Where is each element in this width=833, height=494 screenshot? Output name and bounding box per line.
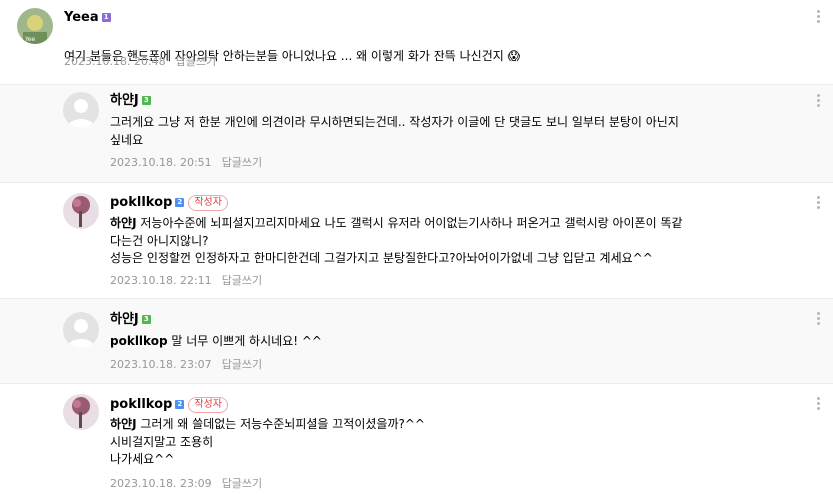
level-badge: 2: [175, 400, 185, 409]
reply-comment-item: 하얀J 3 그러게요 그냥 저 한분 개인에 의견이라 무시하면되는건데.. 작성…: [0, 85, 833, 182]
comment-nickname[interactable]: 하얀J 3: [110, 93, 151, 109]
avatar[interactable]: [63, 312, 99, 348]
avatar[interactable]: [63, 193, 99, 229]
nickname-text[interactable]: pokllkop: [110, 195, 172, 210]
more-options-icon[interactable]: [817, 10, 821, 24]
comment-body: 그러게 왜 쓸데없는 저능수준뇌피셜을 끄적이셨을까?^^ 시비걸지말고 조용히…: [110, 417, 425, 466]
comment-nickname[interactable]: 하얀J 3: [110, 312, 151, 328]
nickname-text[interactable]: Yeea: [64, 10, 99, 25]
comment-date: 2023.10.18. 23:07: [110, 358, 212, 371]
more-options-icon[interactable]: [817, 94, 821, 108]
comment-nickname[interactable]: pokllkop 2 작성자: [110, 397, 228, 413]
level-badge: 3: [141, 315, 151, 324]
comment-meta: 2023.10.18. 23:09 답글쓰기: [110, 477, 262, 491]
reply-comment-item: pokllkop 2 작성자 하얀J 그러게 왜 쓸데없는 저능수준뇌피셜을 끄적이…: [0, 384, 833, 494]
nickname-text[interactable]: pokllkop: [110, 397, 172, 412]
avatar[interactable]: [63, 92, 99, 128]
shocked-emoji-icon: 😱: [507, 48, 521, 63]
comment-meta: 2023.10.18. 23:07 답글쓰기: [110, 358, 262, 372]
comment-date: 2023.10.18. 20:48: [64, 55, 166, 68]
reply-button[interactable]: 답글쓰기: [222, 477, 262, 490]
reply-button[interactable]: 답글쓰기: [222, 274, 262, 287]
mention-link[interactable]: 하얀J: [110, 216, 137, 230]
reply-button[interactable]: 답글쓰기: [222, 156, 262, 169]
comment-nickname[interactable]: Yeea 1: [64, 10, 111, 26]
more-options-icon[interactable]: [817, 397, 821, 411]
comment-date: 2023.10.18. 22:11: [110, 274, 212, 287]
level-badge: 3: [141, 96, 151, 105]
reply-button[interactable]: 답글쓰기: [176, 55, 216, 68]
avatar[interactable]: [63, 394, 99, 430]
avatar[interactable]: Yee: [17, 8, 53, 44]
reply-button[interactable]: 답글쓰기: [222, 358, 262, 371]
reply-comment-item: 하얀J 3 pokllkop 말 너무 이쁘게 하시네요! ^^ 2023.10.…: [0, 299, 833, 383]
comment-text: 그러게요 그냥 저 한분 개인에 의견이라 무시하면되는건데.. 작성자가 이글…: [110, 115, 679, 147]
author-badge: 작성자: [188, 195, 228, 211]
reply-comment-item: pokllkop 2 작성자 하얀J 저능아수준에 뇌피셜지끄리지마세요 나도 갤럭…: [0, 183, 833, 298]
comment-meta: 2023.10.18. 20:48 답글쓰기: [64, 55, 216, 69]
mention-link[interactable]: 하얀J: [110, 417, 137, 431]
comment-item: Yee Yeea 1 여기 분들은 핸드폰에 자아의탁 안하는분들 아니었나요 .…: [0, 0, 833, 84]
comment-body: 말 너무 이쁘게 하시네요! ^^: [167, 334, 322, 348]
author-badge: 작성자: [188, 397, 228, 413]
comment-text: 하얀J 그러게 왜 쓸데없는 저능수준뇌피셜을 끄적이셨을까?^^ 시비걸지말고…: [110, 416, 425, 469]
nickname-text[interactable]: 하얀J: [110, 93, 139, 108]
more-options-icon[interactable]: [817, 312, 821, 326]
comment-text: pokllkop 말 너무 이쁘게 하시네요! ^^: [110, 333, 322, 351]
mention-link[interactable]: pokllkop: [110, 334, 168, 348]
level-badge: 2: [175, 198, 185, 207]
comment-date: 2023.10.18. 20:51: [110, 156, 212, 169]
nickname-text[interactable]: 하얀J: [110, 312, 139, 327]
level-badge: 1: [101, 13, 111, 22]
comment-date: 2023.10.18. 23:09: [110, 477, 212, 490]
comment-text: 하얀J 저능아수준에 뇌피셜지끄리지마세요 나도 갤럭시 유저라 어이없는기사하…: [110, 215, 683, 268]
comment-meta: 2023.10.18. 22:11 답글쓰기: [110, 274, 262, 288]
more-options-icon[interactable]: [817, 196, 821, 210]
comment-nickname[interactable]: pokllkop 2 작성자: [110, 195, 228, 211]
svg-text:Yee: Yee: [24, 36, 36, 43]
comment-meta: 2023.10.18. 20:51 답글쓰기: [110, 156, 262, 170]
comment-body: 저능아수준에 뇌피셜지끄리지마세요 나도 갤럭시 유저라 어이없는기사하나 퍼온…: [110, 216, 683, 265]
